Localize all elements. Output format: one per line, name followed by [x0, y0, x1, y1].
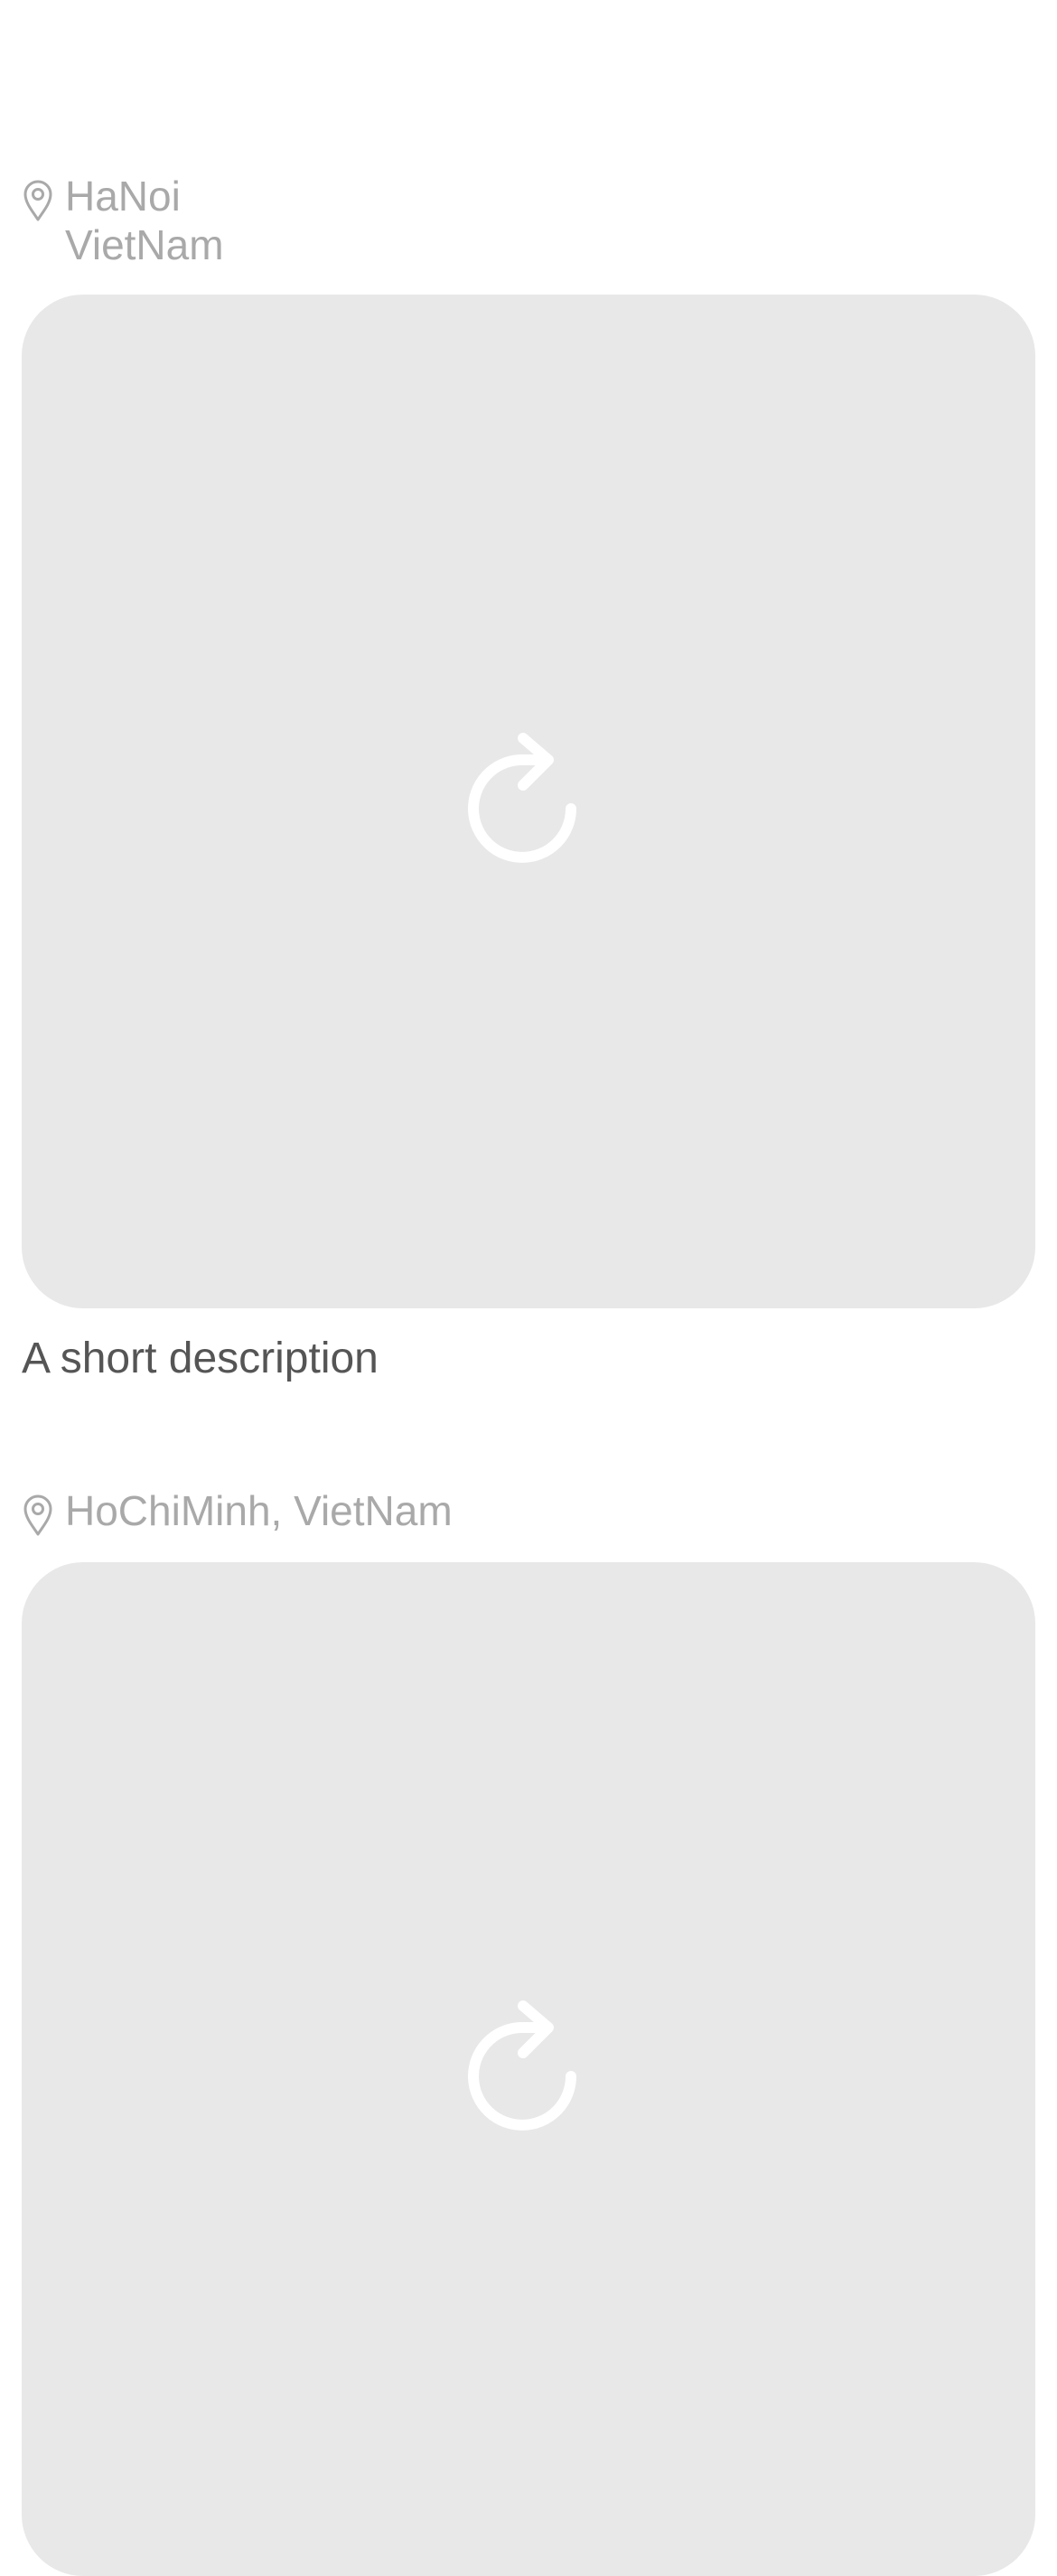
- location-text: HoChiMinh, VietNam: [65, 1487, 453, 1534]
- reload-icon[interactable]: [465, 1997, 592, 2141]
- location-country: VietNam: [65, 221, 224, 268]
- map-pin-icon: [22, 179, 54, 222]
- map-pin-icon: [22, 1494, 54, 1537]
- post-location[interactable]: HoChiMinh, VietNam: [22, 1486, 1035, 1537]
- location-text: HaNoi VietNam: [65, 172, 336, 269]
- location-city: HaNoi: [65, 173, 181, 220]
- post-image-placeholder[interactable]: [22, 295, 1035, 1308]
- post-card: HaNoi VietNam A short description: [22, 172, 1035, 1429]
- reload-icon[interactable]: [465, 729, 592, 874]
- post-description: A short description: [22, 1335, 379, 1382]
- post-location[interactable]: HaNoi VietNam: [22, 172, 1035, 269]
- post-feed: HaNoi VietNam A short description HoChiM…: [0, 0, 1057, 2576]
- post-card: HoChiMinh, VietNam: [22, 1486, 1035, 2576]
- post-image-placeholder[interactable]: [22, 1562, 1035, 2576]
